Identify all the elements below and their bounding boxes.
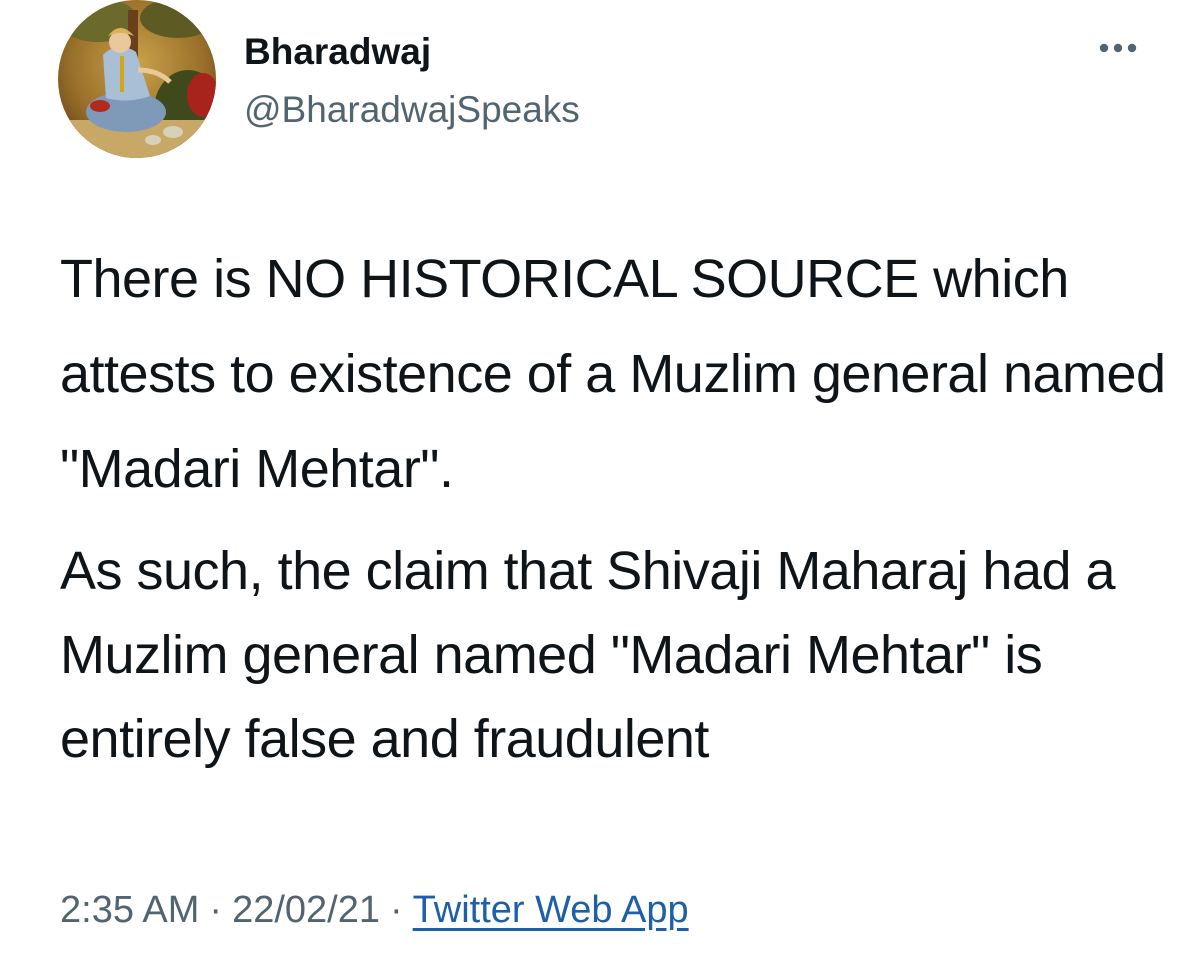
display-name[interactable]: Bharadwaj bbox=[244, 30, 580, 74]
tweet-paragraph: There is NO HISTORICAL SOURCE which atte… bbox=[60, 249, 1166, 499]
meta-separator: · bbox=[209, 889, 223, 931]
tweet-paragraph: As such, the claim that Shivaji Maharaj … bbox=[60, 541, 1116, 769]
tweet-meta: 2:35 AM · 22/02/21 · Twitter Web App bbox=[60, 886, 689, 934]
avatar[interactable] bbox=[58, 0, 216, 158]
tweet-source-link[interactable]: Twitter Web App bbox=[413, 889, 689, 931]
tweet-card: Bharadwaj @BharadwajSpeaks There is NO H… bbox=[0, 0, 1200, 966]
meta-separator: · bbox=[390, 889, 403, 931]
user-info: Bharadwaj @BharadwajSpeaks bbox=[244, 30, 580, 132]
more-horizontal-icon bbox=[1099, 43, 1137, 53]
tweet-time[interactable]: 2:35 AM bbox=[60, 889, 199, 931]
more-options-button[interactable] bbox=[1094, 30, 1142, 70]
tweet-text: There is NO HISTORICAL SOURCE which atte… bbox=[60, 232, 1170, 781]
tweet-date[interactable]: 22/02/21 bbox=[232, 889, 380, 931]
miniature-painting-avatar-icon bbox=[58, 0, 216, 158]
user-handle[interactable]: @BharadwajSpeaks bbox=[244, 88, 580, 132]
